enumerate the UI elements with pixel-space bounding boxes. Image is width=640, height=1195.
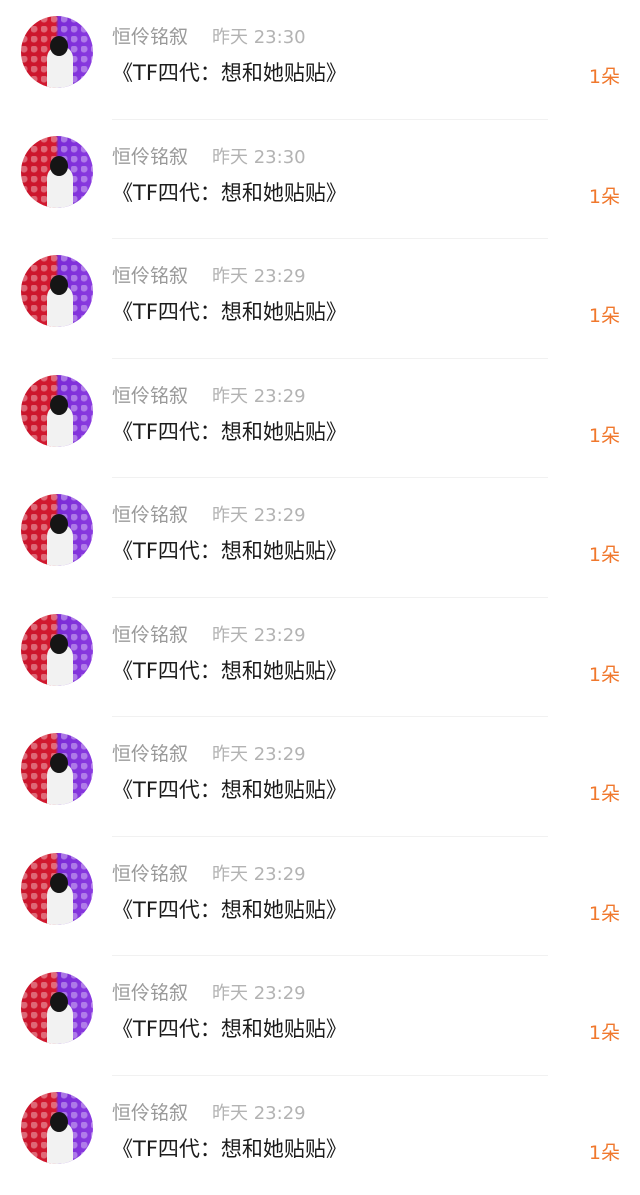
avatar[interactable] — [21, 853, 93, 925]
avatar-head — [50, 873, 68, 893]
avatar-head — [50, 36, 68, 56]
avatar[interactable] — [21, 16, 93, 88]
gift-title: 《TF四代：想和她贴贴》 — [112, 1013, 347, 1043]
list-item[interactable]: 恒伶铭叙 昨天 23:29 《TF四代：想和她贴贴》 1朵 — [0, 359, 640, 479]
sender-name[interactable]: 恒伶铭叙 — [112, 500, 188, 527]
avatar-head — [50, 753, 68, 773]
avatar-head — [50, 992, 68, 1012]
list-item[interactable]: 恒伶铭叙 昨天 23:29 《TF四代：想和她贴贴》 1朵 — [0, 1076, 640, 1195]
avatar[interactable] — [21, 733, 93, 805]
list-item[interactable]: 恒伶铭叙 昨天 23:29 《TF四代：想和她贴贴》 1朵 — [0, 598, 640, 718]
timestamp: 昨天 23:29 — [212, 621, 306, 647]
list-item[interactable]: 恒伶铭叙 昨天 23:29 《TF四代：想和她贴贴》 1朵 — [0, 956, 640, 1076]
flower-count: 1朵 — [589, 899, 620, 926]
avatar[interactable] — [21, 494, 93, 566]
sender-name[interactable]: 恒伶铭叙 — [112, 381, 188, 408]
avatar[interactable] — [21, 255, 93, 327]
avatar[interactable] — [21, 136, 93, 208]
gift-title: 《TF四代：想和她贴贴》 — [112, 774, 347, 804]
gift-title: 《TF四代：想和她贴贴》 — [112, 535, 347, 565]
flower-count: 1朵 — [589, 660, 620, 687]
avatar-head — [50, 634, 68, 654]
timestamp: 昨天 23:30 — [212, 23, 306, 49]
gift-title: 《TF四代：想和她贴贴》 — [112, 655, 347, 685]
avatar[interactable] — [21, 972, 93, 1044]
avatar-head — [50, 275, 68, 295]
avatar-head — [50, 156, 68, 176]
sender-name[interactable]: 恒伶铭叙 — [112, 22, 188, 49]
flower-count: 1朵 — [589, 1138, 620, 1165]
sender-name[interactable]: 恒伶铭叙 — [112, 142, 188, 169]
timestamp: 昨天 23:29 — [212, 979, 306, 1005]
avatar-head — [50, 1112, 68, 1132]
gift-title: 《TF四代：想和她贴贴》 — [112, 1133, 347, 1163]
timestamp: 昨天 23:29 — [212, 382, 306, 408]
list-item[interactable]: 恒伶铭叙 昨天 23:29 《TF四代：想和她贴贴》 1朵 — [0, 478, 640, 598]
flower-count: 1朵 — [589, 182, 620, 209]
avatar-head — [50, 395, 68, 415]
gift-title: 《TF四代：想和她贴贴》 — [112, 57, 347, 87]
flower-count: 1朵 — [589, 421, 620, 448]
flower-count: 1朵 — [589, 779, 620, 806]
avatar[interactable] — [21, 375, 93, 447]
timestamp: 昨天 23:29 — [212, 860, 306, 886]
flower-count: 1朵 — [589, 1018, 620, 1045]
flower-count: 1朵 — [589, 301, 620, 328]
avatar-head — [50, 514, 68, 534]
gift-title: 《TF四代：想和她贴贴》 — [112, 177, 347, 207]
list-item[interactable]: 恒伶铭叙 昨天 23:29 《TF四代：想和她贴贴》 1朵 — [0, 837, 640, 957]
timestamp: 昨天 23:30 — [212, 143, 306, 169]
timestamp: 昨天 23:29 — [212, 501, 306, 527]
sender-name[interactable]: 恒伶铭叙 — [112, 1098, 188, 1125]
avatar[interactable] — [21, 614, 93, 686]
gift-title: 《TF四代：想和她贴贴》 — [112, 894, 347, 924]
sender-name[interactable]: 恒伶铭叙 — [112, 859, 188, 886]
sender-name[interactable]: 恒伶铭叙 — [112, 620, 188, 647]
gift-record-list: 恒伶铭叙 昨天 23:30 《TF四代：想和她贴贴》 1朵 恒伶铭叙 昨天 23… — [0, 0, 640, 1192]
list-item[interactable]: 恒伶铭叙 昨天 23:30 《TF四代：想和她贴贴》 1朵 — [0, 0, 640, 120]
list-item[interactable]: 恒伶铭叙 昨天 23:29 《TF四代：想和她贴贴》 1朵 — [0, 239, 640, 359]
gift-title: 《TF四代：想和她贴贴》 — [112, 296, 347, 326]
timestamp: 昨天 23:29 — [212, 1099, 306, 1125]
list-item[interactable]: 恒伶铭叙 昨天 23:29 《TF四代：想和她贴贴》 1朵 — [0, 717, 640, 837]
sender-name[interactable]: 恒伶铭叙 — [112, 978, 188, 1005]
sender-name[interactable]: 恒伶铭叙 — [112, 261, 188, 288]
gift-title: 《TF四代：想和她贴贴》 — [112, 416, 347, 446]
flower-count: 1朵 — [589, 62, 620, 89]
timestamp: 昨天 23:29 — [212, 740, 306, 766]
timestamp: 昨天 23:29 — [212, 262, 306, 288]
list-item[interactable]: 恒伶铭叙 昨天 23:30 《TF四代：想和她贴贴》 1朵 — [0, 120, 640, 240]
avatar[interactable] — [21, 1092, 93, 1164]
flower-count: 1朵 — [589, 540, 620, 567]
sender-name[interactable]: 恒伶铭叙 — [112, 739, 188, 766]
